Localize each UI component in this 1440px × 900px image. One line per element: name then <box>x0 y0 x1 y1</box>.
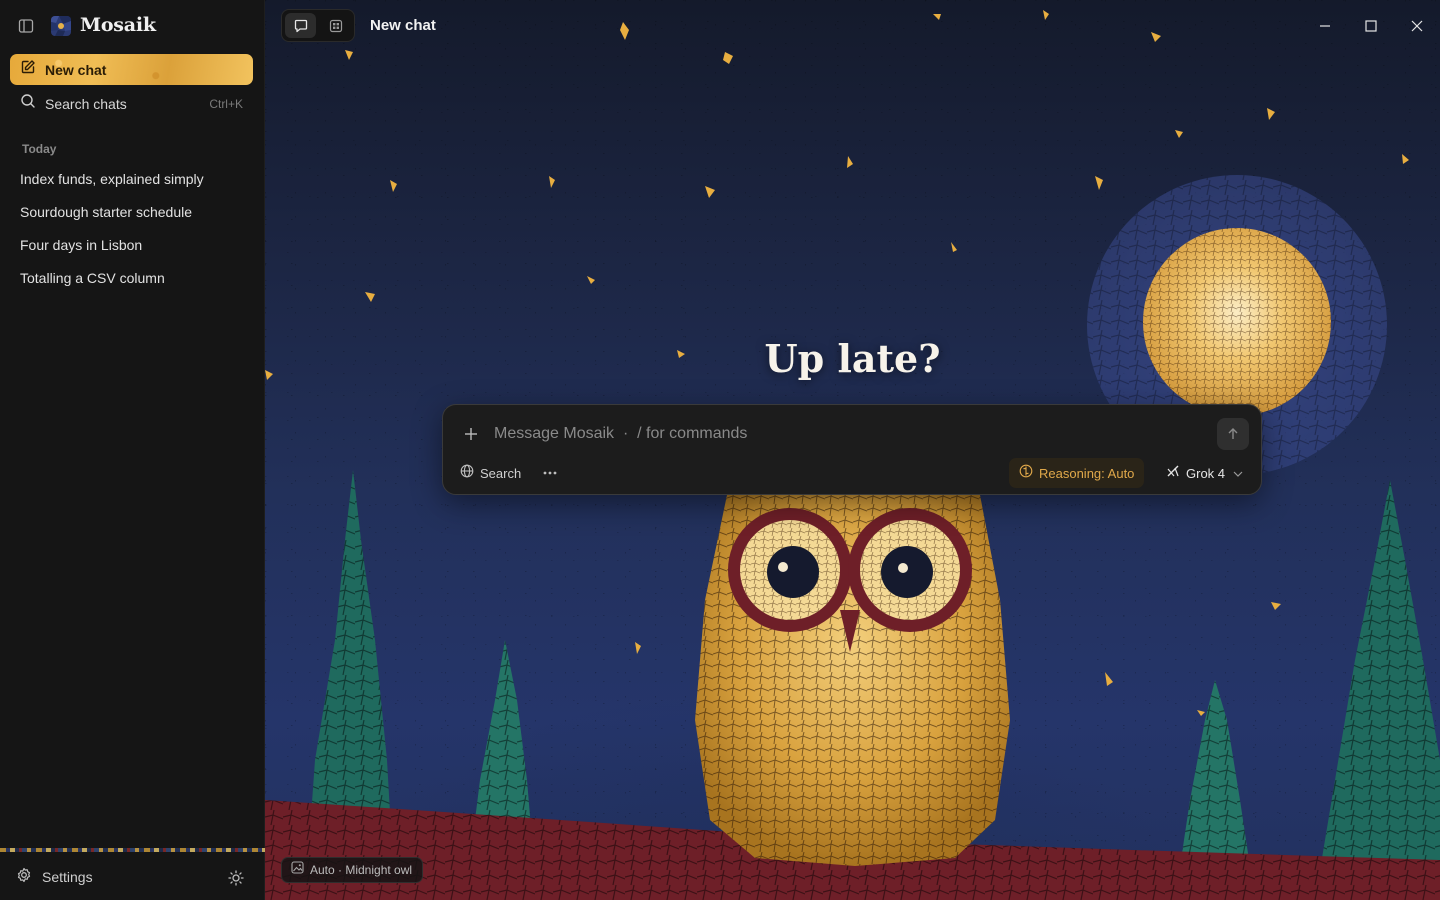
background-badge[interactable]: Auto · Midnight owl <box>281 857 424 883</box>
grok-icon <box>1166 464 1180 483</box>
grid-icon[interactable] <box>320 13 351 38</box>
sidebar-toggle-icon[interactable] <box>17 17 35 35</box>
history-section-label: Today <box>22 142 57 156</box>
search-chats-label: Search chats <box>45 95 127 112</box>
search-chats-button[interactable]: Search chats Ctrl+K <box>10 89 253 118</box>
message-composer: Search Reasoning: Auto Grok 4 <box>442 404 1262 495</box>
model-selector[interactable]: Grok 4 <box>1160 458 1249 488</box>
history-item[interactable]: Sourdough starter schedule <box>10 195 253 228</box>
history-item[interactable]: Four days in Lisbon <box>10 228 253 261</box>
chat-title: New chat <box>370 17 436 34</box>
history-item[interactable]: Totalling a CSV column <box>10 261 253 294</box>
history-item[interactable]: Index funds, explained simply <box>10 162 253 195</box>
reasoning-mode-label: Reasoning: Auto <box>1039 465 1135 481</box>
chat-icon[interactable] <box>285 13 316 38</box>
model-label: Grok 4 <box>1186 465 1226 481</box>
greeting-heading: Up late? <box>764 336 941 381</box>
chat-history-list: Index funds, explained simply Sourdough … <box>10 162 253 294</box>
brain-icon <box>1019 464 1033 483</box>
app-name: Mosaik <box>80 14 156 36</box>
main-area: New chat Up late? Search <box>265 0 1440 900</box>
settings-label: Settings <box>42 869 93 885</box>
web-search-label: Search <box>480 465 522 481</box>
chevron-down-icon <box>1233 464 1243 482</box>
image-icon <box>291 861 304 879</box>
plus-icon[interactable] <box>461 424 481 444</box>
ellipsis-icon[interactable] <box>540 463 560 483</box>
settings-button[interactable]: Settings <box>10 862 210 892</box>
sidebar: Mosaik New chat Search chats Ctrl+K Toda… <box>0 0 265 900</box>
reasoning-mode-button[interactable]: Reasoning: Auto <box>1009 458 1145 488</box>
mode-switcher <box>281 9 355 42</box>
mosaic-divider <box>0 848 265 852</box>
sidebar-header: Mosaik <box>0 0 265 52</box>
message-input[interactable] <box>494 421 1194 447</box>
edit-icon <box>20 59 36 80</box>
app-logo <box>51 16 71 36</box>
web-search-button[interactable]: Search <box>460 463 521 483</box>
maximize-icon[interactable] <box>1360 15 1382 37</box>
background-badge-label: Auto · Midnight owl <box>310 863 413 877</box>
new-chat-button[interactable]: New chat <box>10 54 253 85</box>
search-icon <box>20 93 36 114</box>
new-chat-label: New chat <box>45 61 107 78</box>
globe-icon <box>460 464 474 483</box>
search-shortcut: Ctrl+K <box>209 96 243 111</box>
minimize-icon[interactable] <box>1314 15 1336 37</box>
arrow-up-icon[interactable] <box>1217 418 1249 450</box>
gear-icon <box>16 867 32 888</box>
close-icon[interactable] <box>1406 15 1428 37</box>
sun-icon[interactable] <box>226 868 245 887</box>
